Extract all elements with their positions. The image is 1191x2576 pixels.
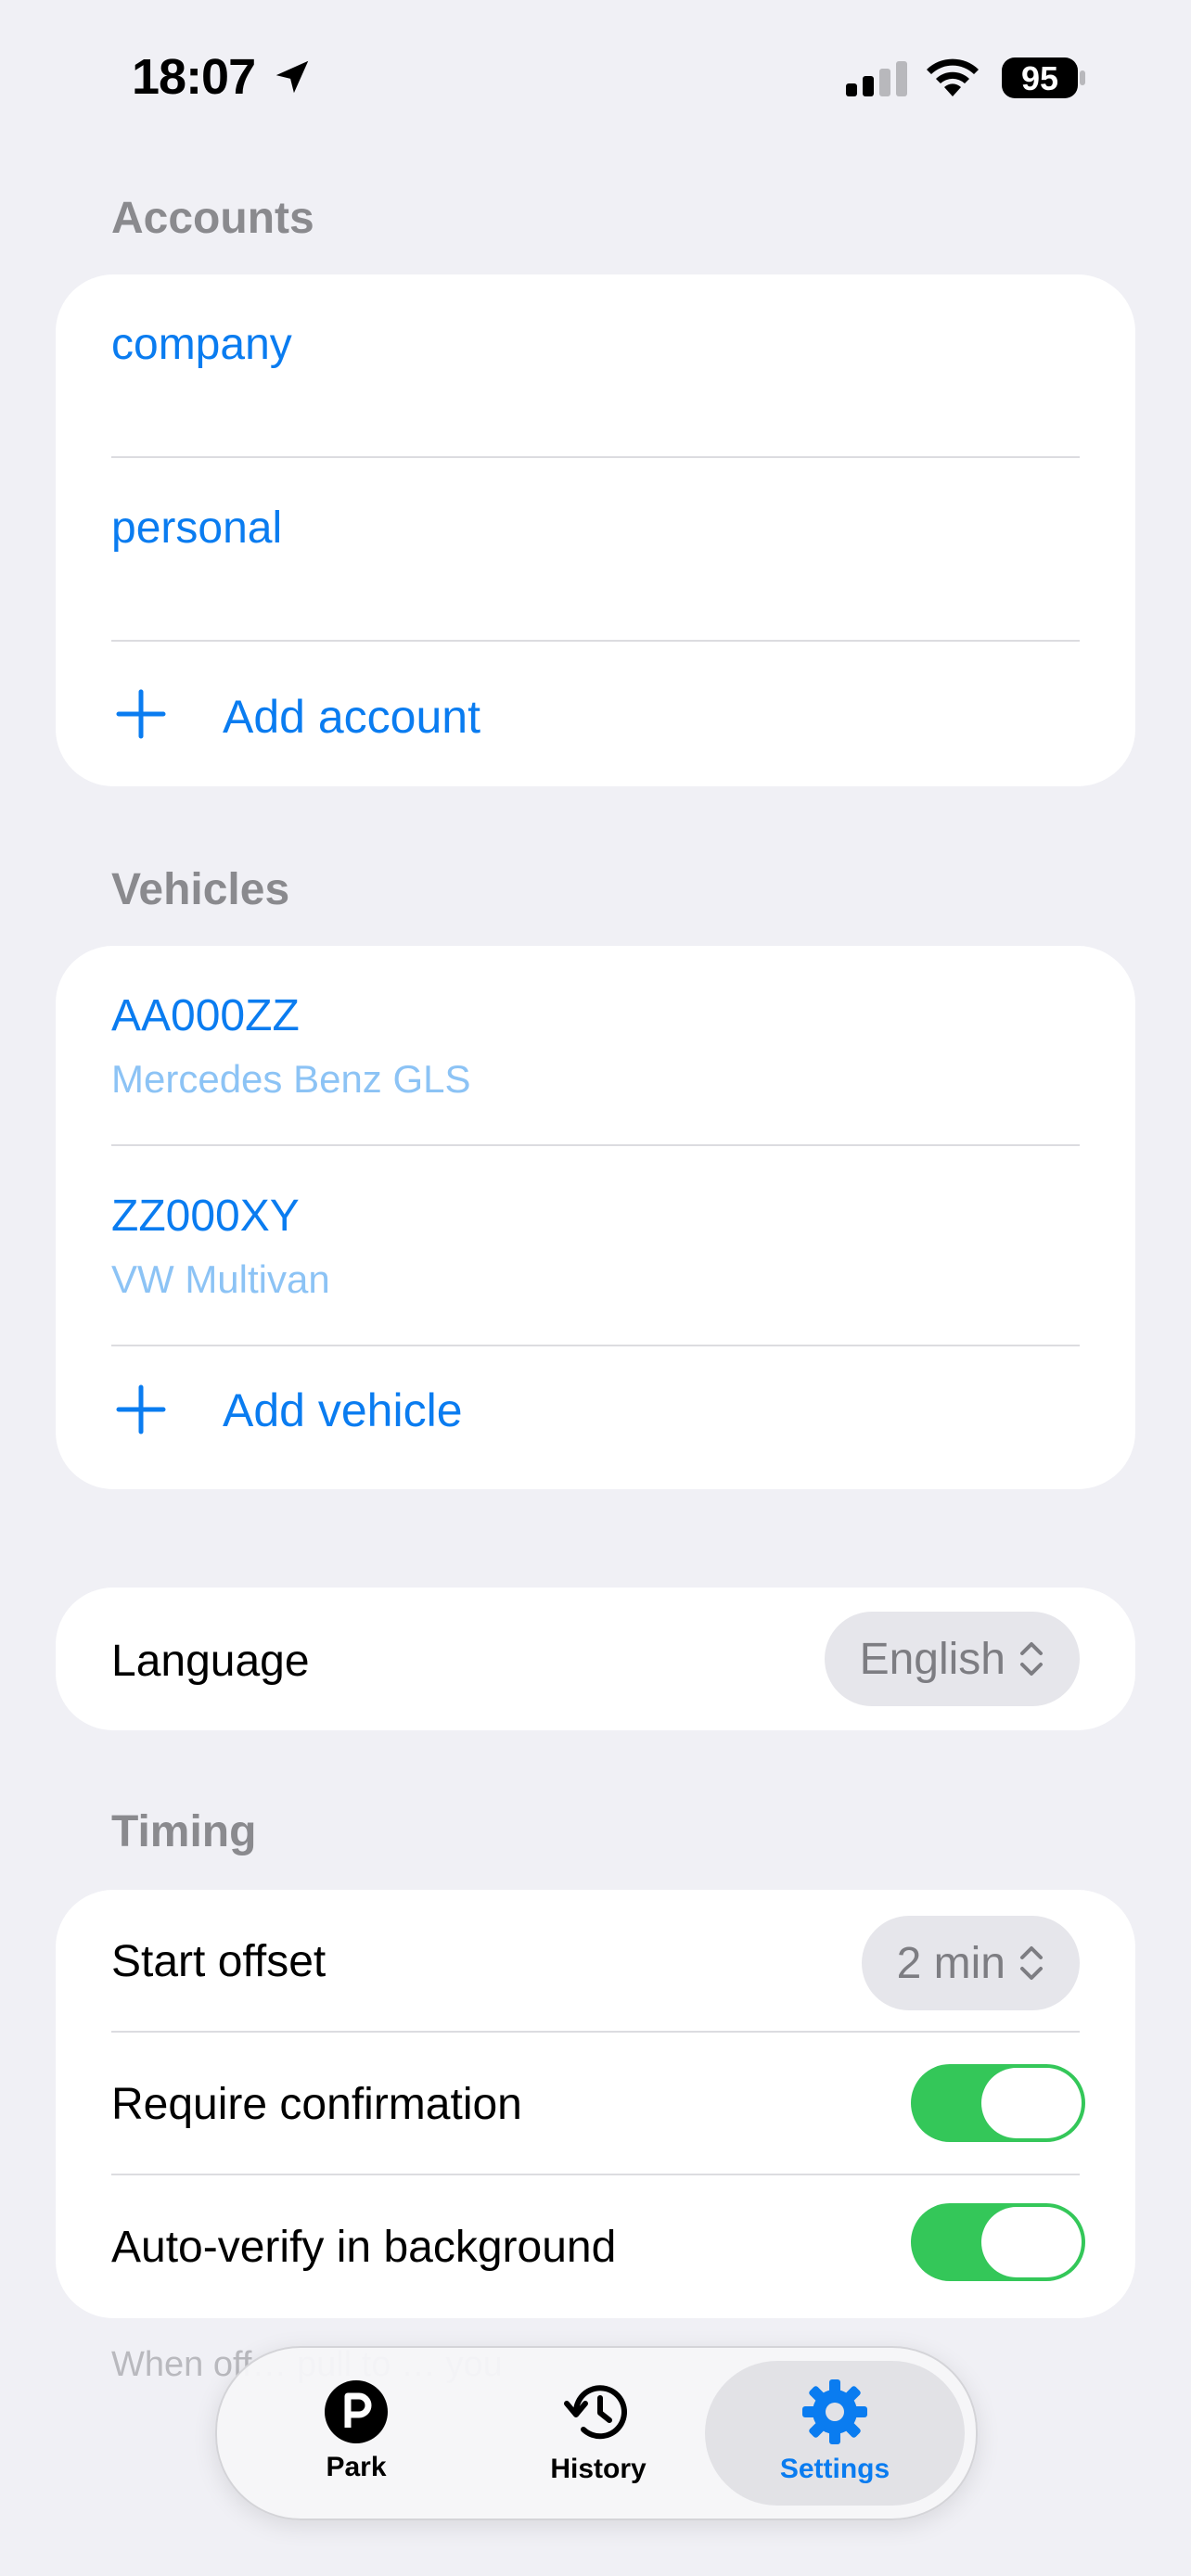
add-account-label: Add account: [223, 691, 480, 743]
location-arrow-icon: [275, 60, 309, 94]
language-card: Language English: [56, 1588, 1135, 1730]
accounts-header: Accounts: [111, 194, 314, 243]
tab-label: Park: [326, 2452, 387, 2482]
accounts-card: company personal Add account: [56, 274, 1135, 786]
toggle-knob: [981, 2207, 1082, 2277]
language-value: English: [859, 1634, 1005, 1684]
require-confirmation-label: Require confirmation: [111, 2080, 522, 2129]
add-vehicle-label: Add vehicle: [223, 1384, 463, 1436]
gear-icon: [802, 2379, 867, 2444]
wifi-icon: [927, 58, 979, 96]
start-offset-picker[interactable]: 2 min: [861, 1916, 1080, 2010]
status-time: 18:07: [132, 49, 256, 105]
require-confirmation-toggle[interactable]: [911, 2064, 1085, 2142]
vehicle-row-aa000zz[interactable]: AA000ZZ Mercedes Benz GLS: [56, 946, 1135, 1144]
account-label: personal: [111, 504, 283, 553]
start-offset-label: Start offset: [111, 1937, 327, 1986]
tab-settings[interactable]: Settings: [761, 2348, 909, 2519]
plus-icon: [116, 1384, 166, 1435]
account-label: company: [111, 320, 292, 369]
battery-level: 95: [1020, 59, 1059, 97]
chevron-up-down-icon: [1020, 1946, 1043, 1980]
timing-header: Timing: [111, 1807, 257, 1856]
language-label: Language: [111, 1637, 310, 1686]
auto-verify-row: Auto-verify in background: [56, 2175, 1135, 2318]
vehicles-card: AA000ZZ Mercedes Benz GLS ZZ000XY VW Mul…: [56, 946, 1135, 1489]
tab-label: Settings: [779, 2454, 890, 2484]
vehicle-plate: AA000ZZ: [111, 991, 300, 1040]
account-row-personal[interactable]: personal: [56, 458, 1135, 640]
tab-label: History: [550, 2454, 647, 2484]
vehicle-row-zz000xy[interactable]: ZZ000XY VW Multivan: [56, 1146, 1135, 1345]
vehicles-header: Vehicles: [111, 865, 290, 914]
vehicle-model: VW Multivan: [111, 1257, 330, 1301]
account-row-company[interactable]: company: [56, 274, 1135, 456]
vehicle-model: Mercedes Benz GLS: [111, 1057, 471, 1101]
toggle-knob: [981, 2068, 1082, 2138]
start-offset-value: 2 min: [896, 1938, 1005, 1988]
language-picker[interactable]: English: [824, 1612, 1080, 1706]
vehicle-plate: ZZ000XY: [111, 1192, 300, 1241]
timing-card: Start offset 2 min Require confirmation …: [56, 1890, 1135, 2318]
auto-verify-toggle[interactable]: [911, 2203, 1085, 2281]
history-icon: [564, 2385, 627, 2440]
battery-indicator: 95: [1002, 57, 1087, 98]
tab-history[interactable]: History: [529, 2348, 668, 2519]
add-vehicle-button[interactable]: Add vehicle: [56, 1346, 1135, 1489]
parking-icon: [325, 2380, 388, 2443]
require-confirmation-row: Require confirmation: [56, 2033, 1135, 2174]
auto-verify-label: Auto-verify in background: [111, 2223, 617, 2272]
cellular-signal-icon: [846, 61, 907, 96]
add-account-button[interactable]: Add account: [56, 642, 1135, 786]
plus-icon: [116, 689, 166, 739]
tab-bar: Park History Settings: [215, 2346, 978, 2520]
tab-park[interactable]: Park: [301, 2348, 412, 2519]
chevron-up-down-icon: [1020, 1642, 1043, 1676]
start-offset-row: Start offset 2 min: [56, 1890, 1135, 2031]
